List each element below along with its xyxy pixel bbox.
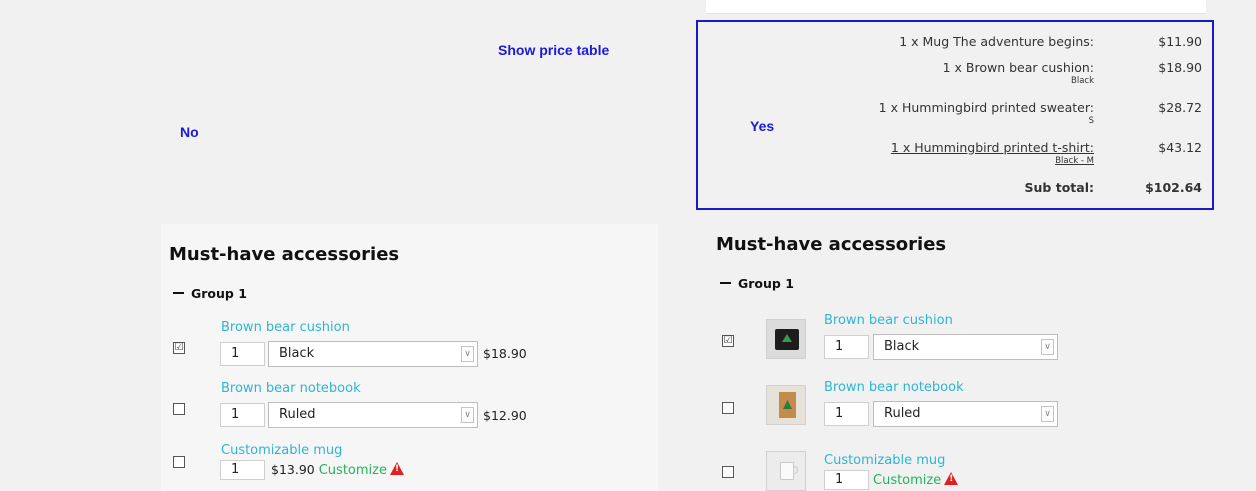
quantity-input[interactable]: 1 <box>824 470 869 490</box>
customize-row: Customize! <box>873 472 959 488</box>
price-table-box: Yes 1 x Mug The adventure begins: $11.90… <box>696 20 1214 210</box>
yes-option-label[interactable]: Yes <box>750 118 774 134</box>
price-row-value: $28.72 <box>1158 100 1202 115</box>
cushion-thumbnail[interactable] <box>766 319 806 359</box>
right-accessories-panel: Must-have accessories Group 1 Brown bear… <box>706 224 1206 491</box>
subtotal-label: Sub total: <box>1024 180 1094 195</box>
group-label: Group 1 <box>191 286 247 301</box>
warning-icon: ! <box>944 472 959 485</box>
quantity-input[interactable]: 1 <box>220 403 265 427</box>
price-row-variant: Black - M <box>1055 156 1094 166</box>
mug-thumbnail[interactable] <box>766 451 806 491</box>
group-label: Group 1 <box>738 276 794 291</box>
group-toggle[interactable]: Group 1 <box>720 276 794 291</box>
notebook-thumbnail[interactable] <box>766 385 806 425</box>
accessories-title: Must-have accessories <box>716 234 947 255</box>
subtotal-value: $102.64 <box>1145 180 1202 195</box>
accessories-title: Must-have accessories <box>169 244 400 265</box>
product-link[interactable]: Brown bear cushion <box>824 313 953 328</box>
product-checkbox[interactable] <box>173 403 185 415</box>
product-price: $13.90 <box>271 462 315 477</box>
quantity-input[interactable]: 1 <box>824 402 869 426</box>
product-link[interactable]: Brown bear notebook <box>221 381 361 396</box>
variant-select[interactable]: Ruled ∨ <box>268 402 478 428</box>
variant-select-value: Ruled <box>279 407 316 422</box>
price-row-variant: Black <box>1071 76 1094 86</box>
variant-select[interactable]: Black ∨ <box>873 334 1058 360</box>
price-row-variant: S <box>1088 116 1094 126</box>
chevron-down-icon: ∨ <box>1041 339 1054 355</box>
warning-icon: ! <box>389 462 404 475</box>
product-checkbox[interactable]: ☑ <box>173 342 185 354</box>
product-link[interactable]: Customizable mug <box>824 453 945 468</box>
product-link[interactable]: Brown bear notebook <box>824 380 964 395</box>
quantity-input[interactable]: 1 <box>220 342 265 366</box>
chevron-down-icon: ∨ <box>461 407 474 423</box>
product-price: $18.90 <box>483 346 527 361</box>
product-link[interactable]: Brown bear cushion <box>221 320 350 335</box>
quantity-input[interactable]: 1 <box>220 460 265 480</box>
variant-select[interactable]: Black ∨ <box>268 341 478 367</box>
product-checkbox[interactable]: ☑ <box>722 335 734 347</box>
product-price: $12.90 <box>483 408 527 423</box>
customize-link[interactable]: Customize <box>873 473 941 488</box>
collapse-dash-icon <box>173 291 184 294</box>
collapse-dash-icon <box>720 281 731 284</box>
price-row-value: $43.12 <box>1158 140 1202 155</box>
variant-select-value: Black <box>279 346 315 361</box>
price-row-name: 1 x Hummingbird printed sweater: <box>878 100 1094 115</box>
price-row-name: 1 x Brown bear cushion: <box>942 60 1094 75</box>
show-price-table-label[interactable]: Show price table <box>498 42 609 58</box>
product-checkbox[interactable] <box>722 466 734 478</box>
price-row-name: 1 x Mug The adventure begins: <box>899 34 1094 49</box>
product-price-row: $13.90 Customize! <box>271 462 404 478</box>
top-white-strip <box>706 0 1206 14</box>
chevron-down-icon: ∨ <box>1041 406 1054 422</box>
chevron-down-icon: ∨ <box>461 346 474 362</box>
product-checkbox[interactable] <box>722 402 734 414</box>
left-accessories-panel: Must-have accessories Group 1 Brown bear… <box>161 224 658 491</box>
variant-select-value: Ruled <box>884 406 921 421</box>
customize-link[interactable]: Customize <box>319 463 387 478</box>
quantity-input[interactable]: 1 <box>824 335 869 359</box>
price-row-value: $11.90 <box>1158 34 1202 49</box>
price-row-value: $18.90 <box>1158 60 1202 75</box>
product-link[interactable]: Customizable mug <box>221 443 342 458</box>
price-row-name-link[interactable]: 1 x Hummingbird printed t-shirt: <box>891 140 1094 155</box>
variant-select[interactable]: Ruled ∨ <box>873 401 1058 427</box>
product-checkbox[interactable] <box>173 456 185 468</box>
variant-select-value: Black <box>884 339 920 354</box>
group-toggle[interactable]: Group 1 <box>173 286 247 301</box>
no-option-label[interactable]: No <box>180 124 199 140</box>
